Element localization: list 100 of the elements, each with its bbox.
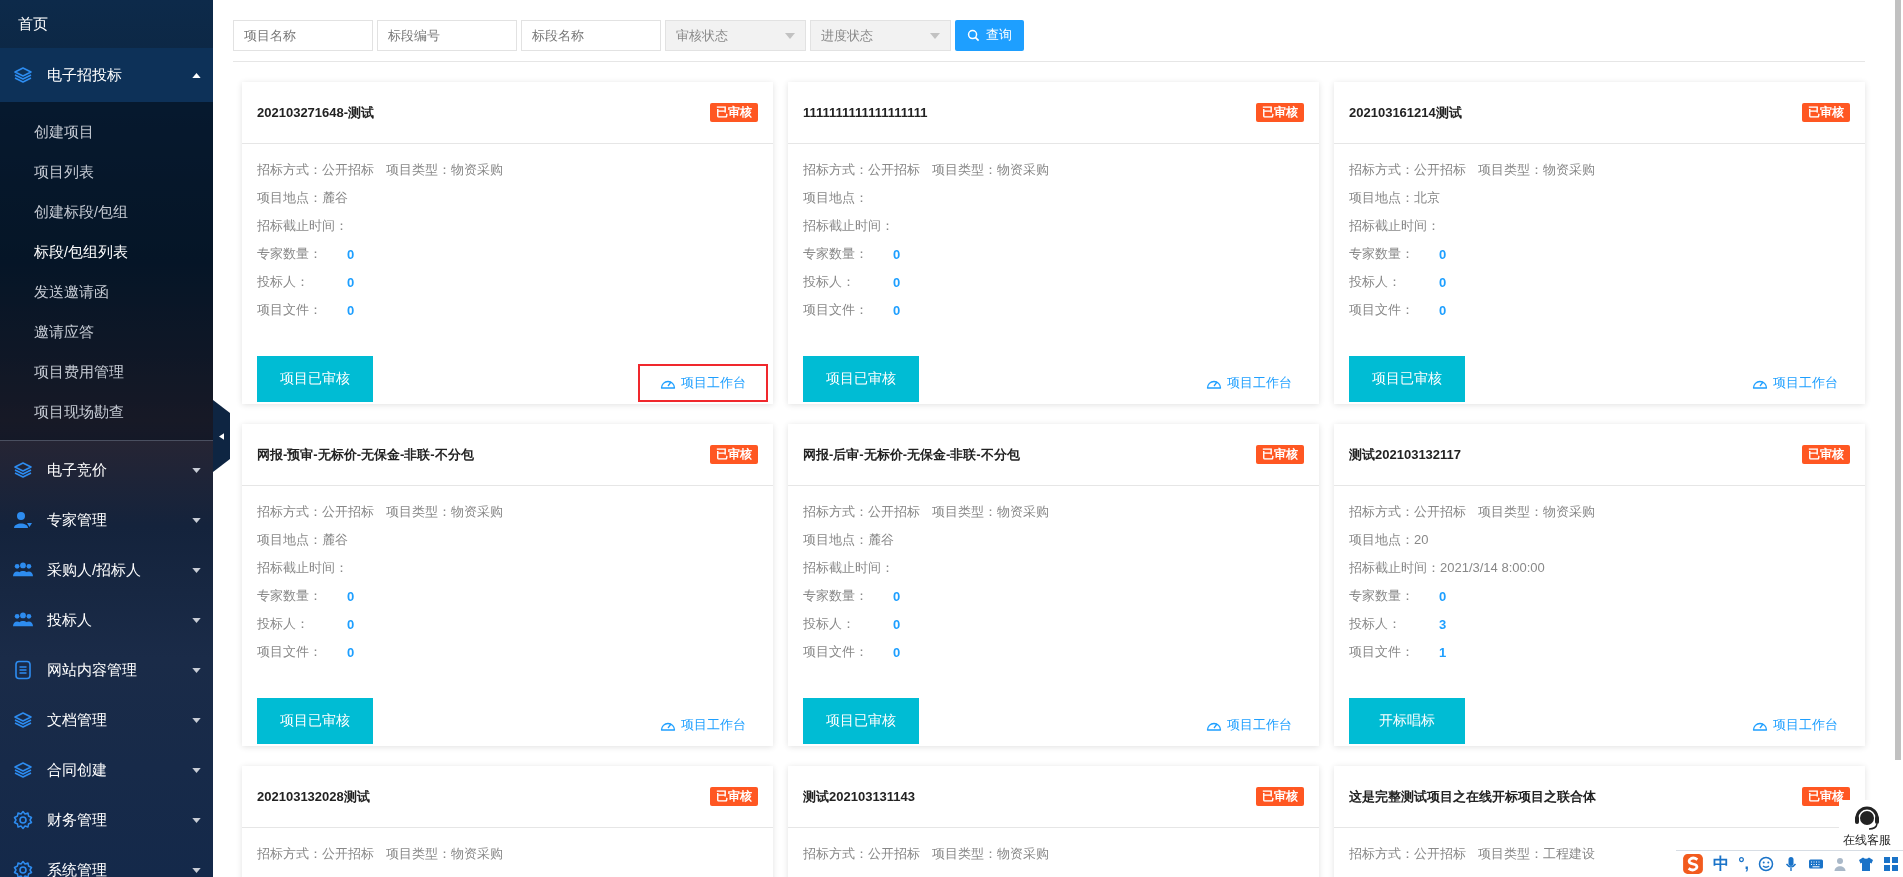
card-title: 这是完整测试项目之在线开标项目之联合体 [1349,787,1596,806]
status-badge: 已审核 [1256,445,1304,464]
input-field[interactable]: 标段编号 [377,20,517,51]
caret-icon [192,617,201,623]
caret-icon [192,567,201,573]
card-title: 测试202103131143 [803,787,916,806]
info-text: 项目地点：麓谷 [257,531,348,549]
sidebar-group-header[interactable]: 合同创建 [0,745,213,795]
caret-icon [192,72,201,78]
settings-icon [13,810,33,830]
card-title: 网报-后审-无标价-无保金-非联-不分包 [803,445,1020,464]
submenu-item[interactable]: 创建标段/包组 [0,192,213,232]
info-text: 招标截止时间：2021/3/14 8:00:00 [1349,559,1545,577]
sidebar-group-header[interactable]: 网站内容管理 [0,645,213,695]
menu-label: 财务管理 [47,810,108,830]
sidebar-group-header[interactable]: 采购人/招标人 [0,545,213,595]
info-label: 专家数量： [1349,587,1415,605]
count-value: 3 [1439,616,1447,632]
sidebar-group-header[interactable]: 电子竞价 [0,445,213,495]
info-text: 项目地点：北京 [1349,189,1440,207]
info-label: 专家数量： [257,245,323,263]
info-label: 投标人： [257,615,310,633]
smiley-icon[interactable] [1758,856,1774,872]
microphone-icon[interactable] [1783,856,1799,872]
scrollbar[interactable] [1895,0,1901,760]
submenu-item[interactable]: 项目费用管理 [0,352,213,392]
count-value: 1 [1439,644,1447,660]
layers-icon [13,710,33,730]
sidebar-item[interactable]: 首页 [0,0,213,48]
status-badge: 已审核 [1256,103,1304,122]
info-text: 项目地点：20 [1349,531,1429,549]
info-text: 招标方式：公开招标 [803,503,920,521]
card-title: 202103161214测试 [1349,103,1462,122]
sidebar-group-header[interactable]: 投标人 [0,595,213,645]
count-value: 0 [347,616,355,632]
submenu-item[interactable]: 邀请应答 [0,312,213,352]
count-value: 0 [347,588,355,604]
info-label: 专家数量： [803,245,869,263]
menu-label: 投标人 [47,610,93,630]
settings-icon [13,860,33,877]
info-text: 招标方式：公开招标 [257,503,374,521]
count-value: 0 [893,644,901,660]
count-value: 0 [1439,246,1447,262]
info-text: 项目类型：物资采购 [386,161,503,179]
sidebar-group-header[interactable]: 电子招投标 [0,48,213,102]
info-label: 专家数量： [803,587,869,605]
count-value: 0 [893,588,901,604]
card-title: 202103271648-测试 [257,103,375,122]
submenu-item[interactable]: 创建项目 [0,112,213,152]
ime-mode[interactable]: 中 [1713,853,1730,875]
info-text: 招标方式：公开招标 [803,845,920,863]
input-field[interactable]: 项目名称 [233,20,373,51]
count-value: 0 [893,246,901,262]
info-text: 招标方式：公开招标 [257,845,374,863]
ime-punctuation[interactable]: °, [1738,855,1749,873]
info-label: 专家数量： [1349,245,1415,263]
count-value: 0 [893,616,901,632]
caret-icon [192,867,201,873]
submenu-item[interactable]: 标段/包组列表 [0,232,213,272]
count-value: 0 [1439,588,1447,604]
sidebar-group-header[interactable]: 财务管理 [0,795,213,845]
submenu-item[interactable]: 项目列表 [0,152,213,192]
status-badge: 已审核 [1802,103,1850,122]
layers-icon [13,65,33,85]
info-label: 专家数量： [257,587,323,605]
count-value: 0 [347,644,355,660]
status-badge: 已审核 [710,445,758,464]
caret-icon [192,667,201,673]
card-title: 1111111111111111111 [803,105,928,120]
layers-icon [13,760,33,780]
info-text: 项目地点：麓谷 [257,189,348,207]
menu-label: 专家管理 [47,510,108,530]
info-text: 招标方式：公开招标 [257,161,374,179]
info-label: 项目文件： [1349,301,1415,319]
info-text: 项目类型：物资采购 [932,503,1049,521]
sidebar-group-header[interactable]: 系统管理 [0,845,213,877]
menu-label: 文档管理 [47,710,108,730]
submenu-item[interactable]: 项目现场勘查 [0,392,213,432]
info-label: 投标人： [803,273,856,291]
count-value: 0 [347,246,355,262]
caret-icon [785,32,795,39]
info-text: 招标截止时间： [257,217,348,235]
info-text: 项目类型：物资采购 [386,503,503,521]
status-badge: 已审核 [710,787,758,806]
sidebar-group-header[interactable]: 文档管理 [0,695,213,745]
status-badge: 已审核 [1802,787,1850,806]
info-text: 项目地点：麓谷 [803,531,894,549]
grid-icon[interactable] [1883,856,1899,872]
info-label: 项目文件： [1349,643,1415,661]
count-value: 0 [347,302,355,318]
sidebar-group-header[interactable]: 专家管理 [0,495,213,545]
status-badge: 已审核 [1802,445,1850,464]
submenu-item[interactable]: 发送邀请函 [0,272,213,312]
shirt-icon[interactable] [1858,856,1874,872]
menu-label: 电子竞价 [47,460,108,480]
menu-label: 电子招投标 [47,65,123,85]
info-text: 招标方式：公开招标 [803,161,920,179]
status-badge: 已审核 [1256,787,1304,806]
menu-label: 网站内容管理 [47,660,138,680]
input-field[interactable]: 标段名称 [521,20,661,51]
